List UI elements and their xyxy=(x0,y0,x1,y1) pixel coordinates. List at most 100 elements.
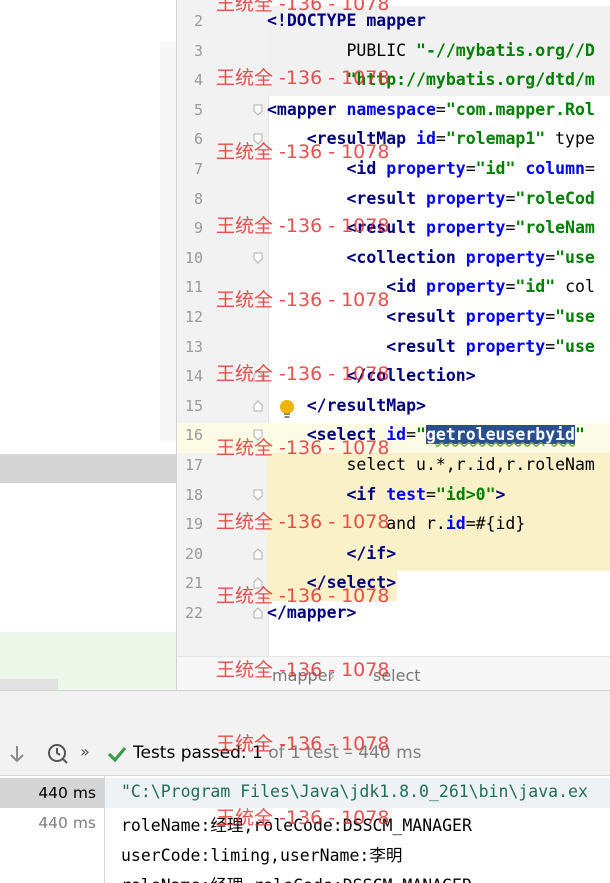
code-line[interactable]: 17 select u.*,r.id,r.roleNam xyxy=(177,450,610,480)
code-editor[interactable]: 2 <!DOCTYPE mapper 3 PUBLIC "-//mybatis.or… xyxy=(177,0,610,656)
fold-close-icon[interactable] xyxy=(253,577,263,589)
breadcrumb-item-select[interactable]: select xyxy=(373,666,421,685)
run-toolbar: » Tests passed: 1 of 1 test – 440 ms xyxy=(0,731,610,776)
project-panel-scrollbar[interactable] xyxy=(0,679,58,690)
breadcrumb: mapper › select xyxy=(177,656,610,691)
code-line[interactable]: 6 <resultMap id="rolemap1" type xyxy=(177,124,610,154)
test-status-passed: Tests passed: xyxy=(133,743,253,763)
code-text: <result property="use xyxy=(386,307,595,326)
code-line[interactable]: 12 <result property="use xyxy=(177,302,610,332)
fold-open-icon[interactable] xyxy=(253,104,263,116)
line-number: 6 xyxy=(193,130,203,149)
code-text: and r.id=#{id} xyxy=(267,514,526,534)
code-line[interactable]: 9 <result property="roleNam xyxy=(177,213,610,243)
line-number: 17 xyxy=(184,456,203,474)
code-line[interactable]: 15 </resultMap> xyxy=(177,391,610,421)
code-text: select u.*,r.id,r.roleNam xyxy=(267,455,595,474)
code-text: </collection> xyxy=(346,366,476,386)
code-text: PUBLIC "-//mybatis.org//D xyxy=(267,40,595,60)
code-text: "http://mybatis.org/dtd/m xyxy=(346,70,595,90)
code-line[interactable]: 2 <!DOCTYPE mapper xyxy=(177,6,610,36)
fold-close-icon[interactable] xyxy=(253,607,263,619)
test-passed-check-icon xyxy=(107,746,127,763)
code-line[interactable]: 5 <mapper namespace="com.mapper.Rol xyxy=(177,95,610,125)
fold-open-icon[interactable] xyxy=(253,252,263,264)
breadcrumb-separator: › xyxy=(329,666,336,685)
code-text: </mapper> xyxy=(267,603,357,622)
code-text: <result property="roleCod xyxy=(346,188,595,208)
line-number: 15 xyxy=(184,396,203,415)
fold-close-icon[interactable] xyxy=(253,400,263,412)
line-number: 18 xyxy=(184,485,203,504)
code-text: <mapper namespace="com.mapper.Rol xyxy=(267,99,595,119)
line-number: 8 xyxy=(193,189,203,208)
test-duration: 440 ms xyxy=(38,814,96,832)
test-tree-row-root[interactable]: 440 ms xyxy=(0,778,104,808)
line-number: 5 xyxy=(193,100,203,119)
breadcrumb-item-mapper[interactable]: mapper xyxy=(272,666,334,685)
more-actions-icon[interactable]: » xyxy=(80,742,90,761)
code-text: </if> xyxy=(346,543,397,563)
test-status-count: 1 xyxy=(252,743,263,763)
line-number: 9 xyxy=(193,219,203,238)
line-number: 12 xyxy=(184,308,203,326)
console-output[interactable]: "C:\Program Files\Java\jdk1.8.0_261\bin\… xyxy=(105,776,610,883)
fold-close-icon[interactable] xyxy=(253,548,263,560)
line-number: 4 xyxy=(193,71,203,90)
test-results-tree: 440 ms 440 ms xyxy=(0,776,105,883)
code-line[interactable]: 4 "http://mybatis.org/dtd/m xyxy=(177,65,610,95)
project-tree-selected-row[interactable] xyxy=(0,454,176,483)
code-text: <!DOCTYPE mapper xyxy=(267,11,426,30)
line-number: 14 xyxy=(184,367,203,386)
code-text: <result property="use xyxy=(386,336,595,356)
code-line[interactable]: 11 <id property="id" col xyxy=(177,272,610,302)
fold-open-icon[interactable] xyxy=(253,133,263,146)
test-duration: 440 ms xyxy=(38,784,96,802)
code-text: <result property="roleNam xyxy=(346,218,595,238)
line-number: 13 xyxy=(184,337,203,356)
selected-identifier: getroleuserbyid xyxy=(425,425,575,445)
test-status: Tests passed: 1 of 1 test – 440 ms xyxy=(133,743,422,763)
code-line[interactable]: 8 <result property="roleCod xyxy=(177,184,610,214)
console-line: roleName:经理,roleCode:DSSCM_MANAGER xyxy=(121,816,472,835)
code-line[interactable]: 3 PUBLIC "-//mybatis.org//D xyxy=(177,36,610,66)
code-line[interactable]: 19 and r.id=#{id} xyxy=(177,509,610,539)
test-history-icon[interactable] xyxy=(46,742,70,766)
project-panel-background xyxy=(160,42,176,442)
code-line[interactable]: 18 <if test="id>0"> xyxy=(177,480,610,510)
intention-bulb-icon[interactable] xyxy=(279,399,295,419)
code-text: </select> xyxy=(306,573,397,593)
code-text: <resultMap id="rolemap1" type xyxy=(306,129,595,149)
line-number: 22 xyxy=(184,604,203,622)
line-number: 21 xyxy=(184,574,203,593)
code-line[interactable]: 21 </select> xyxy=(177,568,610,598)
line-number: 7 xyxy=(193,160,203,178)
code-line[interactable]: 13 <result property="use xyxy=(177,332,610,362)
line-number: 2 xyxy=(193,12,203,30)
code-line[interactable]: 22 </mapper> xyxy=(177,598,610,628)
test-status-detail: of 1 test – 440 ms xyxy=(262,743,422,763)
line-number: 20 xyxy=(184,544,203,563)
line-number: 10 xyxy=(184,248,203,267)
code-line[interactable]: 20 </if> xyxy=(177,539,610,569)
code-text: <id property="id" col xyxy=(386,277,595,297)
fold-open-icon[interactable] xyxy=(253,489,263,501)
project-panel xyxy=(0,0,176,690)
code-line[interactable]: 7 <id property="id" column= xyxy=(177,154,610,184)
fold-close-icon[interactable] xyxy=(253,370,263,382)
console-line: roleName:经理,roleCode:DSSCM_MANAGER xyxy=(121,872,472,883)
console-line: userCode:liming,userName:李明 xyxy=(121,846,403,865)
code-line[interactable]: 16 <select id="getroleuserbyid" xyxy=(177,420,610,450)
line-number: 11 xyxy=(184,278,203,297)
run-panel-header xyxy=(0,690,610,732)
code-text: <select id="getroleuserbyid" xyxy=(306,425,585,445)
test-tree-row-child[interactable]: 440 ms xyxy=(0,808,104,838)
fold-open-icon[interactable] xyxy=(253,429,263,442)
code-line[interactable]: 14 </collection> xyxy=(177,361,610,391)
code-text: <if test="id>0"> xyxy=(346,484,506,504)
arrow-down-icon[interactable] xyxy=(6,743,28,765)
line-number: 16 xyxy=(184,426,203,445)
line-number: 3 xyxy=(193,41,203,60)
code-text: <collection property="use xyxy=(346,247,595,267)
code-line[interactable]: 10 <collection property="use xyxy=(177,243,610,273)
